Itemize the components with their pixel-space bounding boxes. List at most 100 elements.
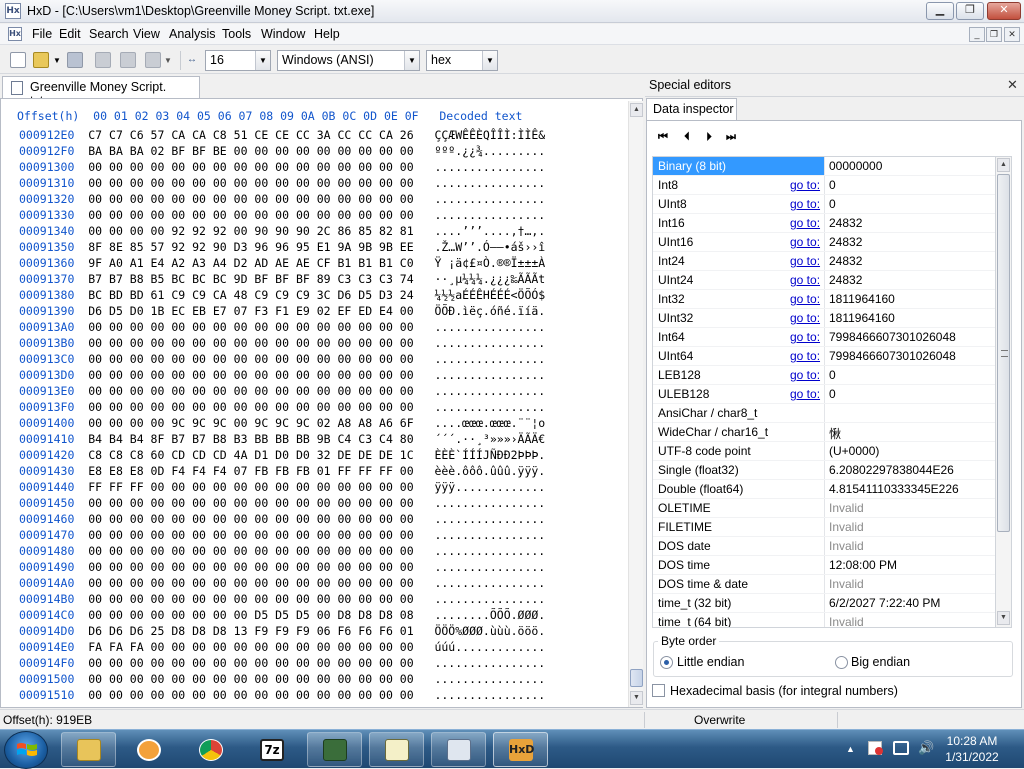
hex-row[interactable]: 00091330 00 00 00 00 00 00 00 00 00 00 0… — [19, 208, 545, 224]
hex-row-bytes[interactable]: BC BD BD 61 C9 C9 CA 48 C9 C9 C9 3C D6 D… — [88, 288, 413, 302]
hex-row-bytes[interactable]: 00 00 00 00 00 00 00 00 00 00 00 00 00 0… — [88, 400, 413, 414]
hex-row-bytes[interactable]: 8F 8E 85 57 92 92 90 D3 96 96 95 E1 9A 9… — [88, 240, 413, 254]
big-endian-label[interactable]: Big endian — [851, 655, 910, 669]
inspector-row[interactable]: FILETIME Invalid — [653, 518, 995, 537]
last-icon[interactable]: ⏭ — [724, 130, 738, 144]
taskbar-media-player[interactable] — [121, 732, 176, 767]
hex-row-bytes[interactable]: 00 00 00 00 00 00 00 00 00 00 00 00 00 0… — [88, 592, 413, 606]
hex-row[interactable]: 00091380 BC BD BD 61 C9 C9 CA 48 C9 C9 C… — [19, 288, 545, 304]
hex-row-decoded-text[interactable]: ................ — [434, 176, 545, 190]
inspector-row[interactable]: AnsiChar / char8_t — [653, 404, 995, 423]
menu-window[interactable]: Window — [261, 27, 305, 41]
inspector-row[interactable]: Single (float32) 6.20802297838044E26 — [653, 461, 995, 480]
hex-row-decoded-text[interactable]: ................ — [434, 208, 545, 222]
document-system-icon[interactable]: Hx — [8, 27, 22, 41]
hex-scroll-thumb[interactable] — [630, 669, 643, 687]
hex-row-decoded-text[interactable]: ................ — [434, 656, 545, 670]
hex-row-decoded-text[interactable]: ....œœœ.œœœ.¨¨¦o — [434, 416, 545, 430]
inspector-field-value[interactable]: 00000000 — [829, 159, 882, 173]
inspector-row[interactable]: UInt16 go to: 24832 — [653, 233, 995, 252]
hex-row[interactable]: 000913C0 00 00 00 00 00 00 00 00 00 00 0… — [19, 352, 545, 368]
hex-row-decoded-text[interactable]: ................ — [434, 368, 545, 382]
hex-row-decoded-text[interactable]: ··¸µ¼¼¼.¿¿¿‰ÃÃÃt — [434, 272, 545, 286]
inspector-field-value[interactable]: 24832 — [829, 254, 862, 268]
goto-link[interactable]: go to: — [790, 254, 820, 268]
inspector-row[interactable]: Int16 go to: 24832 — [653, 214, 995, 233]
hex-row-bytes[interactable]: 00 00 00 00 00 00 00 00 00 00 00 00 00 0… — [88, 576, 413, 590]
hex-row-decoded-text[interactable]: ................ — [434, 688, 545, 702]
inspector-row[interactable]: Int64 go to: 7998466607301026048 — [653, 328, 995, 347]
hex-row-decoded-text[interactable]: ººº.¿¿¾......... — [434, 144, 545, 158]
inspector-field-value[interactable]: 7998466607301026048 — [829, 349, 956, 363]
hex-row-decoded-text[interactable]: ÿÿÿ............. — [434, 480, 545, 494]
inspector-field-value[interactable]: Invalid — [829, 501, 864, 515]
inspector-field-value[interactable]: 24832 — [829, 235, 862, 249]
hex-row-decoded-text[interactable]: Ÿ ¡ä¢£¤Ò.®®Ï±±±À — [434, 256, 545, 270]
hex-row-decoded-text[interactable]: ....’’’....,†…‚. — [434, 224, 545, 238]
hex-row[interactable]: 000914A0 00 00 00 00 00 00 00 00 00 00 0… — [19, 576, 545, 592]
inspector-row[interactable]: UInt8 go to: 0 — [653, 195, 995, 214]
hex-row-decoded-text[interactable]: ................ — [434, 400, 545, 414]
hex-row[interactable]: 00091500 00 00 00 00 00 00 00 00 00 00 0… — [19, 672, 545, 688]
goto-link[interactable]: go to: — [790, 311, 820, 325]
inspector-field-value[interactable]: Invalid — [829, 577, 864, 591]
hex-row-decoded-text[interactable]: ........ÕÕÕ.ØØØ. — [434, 608, 545, 622]
goto-link[interactable]: go to: — [790, 368, 820, 382]
mdi-minimize-button[interactable]: _ — [969, 27, 985, 42]
open-dropdown-arrow-icon[interactable]: ▼ — [53, 56, 61, 65]
inspector-field-value[interactable]: 24832 — [829, 273, 862, 287]
hex-row[interactable]: 000912E0 C7 C7 C6 57 CA CA C8 51 CE CE C… — [19, 128, 545, 144]
hex-row[interactable]: 00091340 00 00 00 00 92 92 92 00 90 90 9… — [19, 224, 545, 240]
hex-row[interactable]: 00091410 B4 B4 B4 8F B7 B7 B8 B3 BB BB B… — [19, 432, 545, 448]
hex-row-decoded-text[interactable]: úúú............. — [434, 640, 545, 654]
little-endian-label[interactable]: Little endian — [677, 655, 744, 669]
hex-row[interactable]: 00091450 00 00 00 00 00 00 00 00 00 00 0… — [19, 496, 545, 512]
hex-row-bytes[interactable]: 00 00 00 00 00 00 00 00 00 00 00 00 00 0… — [88, 320, 413, 334]
goto-link[interactable]: go to: — [790, 273, 820, 287]
offset-base-select[interactable]: hex ▼ — [426, 50, 498, 71]
hex-row-bytes[interactable]: 00 00 00 00 00 00 00 00 00 00 00 00 00 0… — [88, 336, 413, 350]
hex-row-bytes[interactable]: 00 00 00 00 00 00 00 00 00 00 00 00 00 0… — [88, 160, 413, 174]
previous-icon[interactable]: ⏴ — [680, 130, 694, 144]
goto-link[interactable]: go to: — [790, 292, 820, 306]
hex-row[interactable]: 000914B0 00 00 00 00 00 00 00 00 00 00 0… — [19, 592, 545, 608]
hex-row-decoded-text[interactable]: ................ — [434, 336, 545, 350]
close-button[interactable]: ✕ — [987, 2, 1021, 20]
hex-row-bytes[interactable]: 00 00 00 00 00 00 00 00 00 00 00 00 00 0… — [88, 384, 413, 398]
hex-row-bytes[interactable]: 00 00 00 00 00 00 00 00 00 00 00 00 00 0… — [88, 672, 413, 686]
hex-row-decoded-text[interactable]: ................ — [434, 320, 545, 334]
taskbar-7zip[interactable]: 7z — [244, 732, 299, 767]
hex-row[interactable]: 000913D0 00 00 00 00 00 00 00 00 00 00 0… — [19, 368, 545, 384]
hex-row-decoded-text[interactable]: ................ — [434, 512, 545, 526]
hex-row-decoded-text[interactable]: ................ — [434, 560, 545, 574]
big-endian-radio[interactable] — [835, 656, 848, 669]
goto-link[interactable]: go to: — [790, 197, 820, 211]
menu-edit[interactable]: Edit — [59, 27, 81, 41]
save-all-icon[interactable] — [95, 52, 111, 68]
menu-file[interactable]: File — [32, 27, 52, 41]
hex-row[interactable]: 000914E0 FA FA FA 00 00 00 00 00 00 00 0… — [19, 640, 545, 656]
hex-row-decoded-text[interactable]: ................ — [434, 592, 545, 606]
inspector-row[interactable]: UInt64 go to: 7998466607301026048 — [653, 347, 995, 366]
taskbar-chrome[interactable] — [183, 732, 238, 767]
goto-link[interactable]: go to: — [790, 235, 820, 249]
export-dropdown-arrow-icon[interactable]: ▼ — [164, 56, 172, 65]
hex-row[interactable]: 000913E0 00 00 00 00 00 00 00 00 00 00 0… — [19, 384, 545, 400]
inspector-field-value[interactable]: (U+0000) — [829, 444, 879, 458]
hex-row-bytes[interactable]: 00 00 00 00 00 00 00 00 00 00 00 00 00 0… — [88, 688, 413, 702]
hex-row[interactable]: 00091310 00 00 00 00 00 00 00 00 00 00 0… — [19, 176, 545, 192]
inspector-row[interactable]: Binary (8 bit) 00000000 — [653, 157, 995, 176]
hex-row[interactable]: 00091370 B7 B7 B8 B5 BC BC BC 9D BF BF B… — [19, 272, 545, 288]
hex-basis-label[interactable]: Hexadecimal basis (for integral numbers) — [670, 684, 898, 698]
taskbar-notepad[interactable] — [369, 732, 424, 767]
hex-row[interactable]: 000914F0 00 00 00 00 00 00 00 00 00 00 0… — [19, 656, 545, 672]
open-file-icon[interactable] — [33, 52, 49, 68]
hex-row-decoded-text[interactable]: ................ — [434, 160, 545, 174]
network-icon[interactable] — [893, 741, 909, 755]
hex-row[interactable]: 00091390 D6 D5 D0 1B EC EB E7 07 F3 F1 E… — [19, 304, 545, 320]
volume-icon[interactable]: 🔊 — [918, 740, 934, 756]
inspector-row[interactable]: Int8 go to: 0 — [653, 176, 995, 195]
inspector-row[interactable]: LEB128 go to: 0 — [653, 366, 995, 385]
hex-row-bytes[interactable]: 00 00 00 00 00 00 00 00 00 00 00 00 00 0… — [88, 368, 413, 382]
minimize-button[interactable]: ▁ — [926, 2, 954, 20]
